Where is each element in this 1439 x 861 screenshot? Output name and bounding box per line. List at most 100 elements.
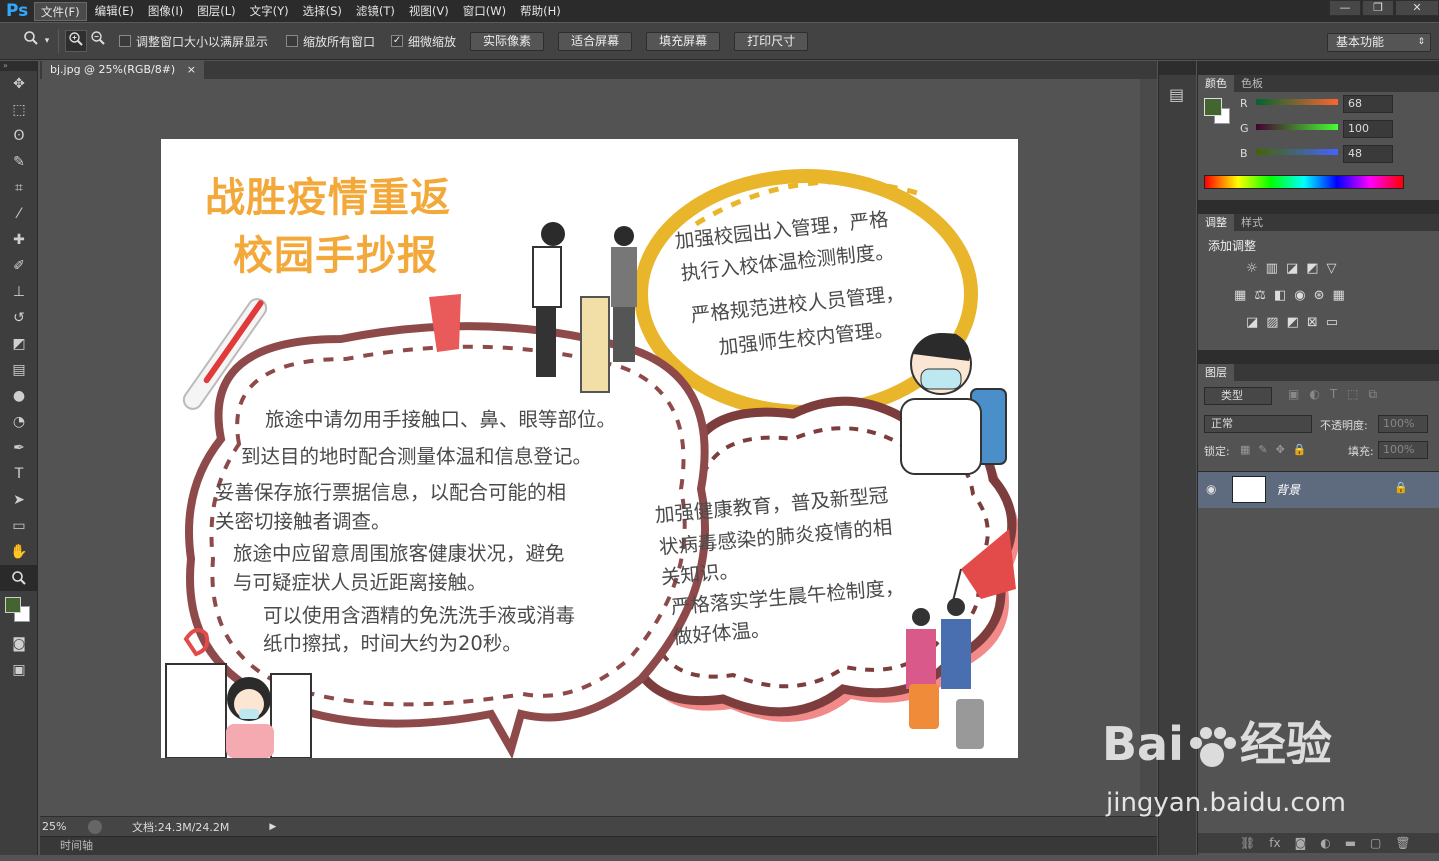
timeline-panel[interactable]: 时间轴 <box>40 836 1157 855</box>
blend-mode-select[interactable]: 正常 <box>1204 415 1312 433</box>
fg-color-chip[interactable] <box>1204 98 1222 116</box>
menu-window[interactable]: 窗口(W) <box>457 2 512 21</box>
exposure-icon[interactable]: ◩ <box>1306 261 1318 276</box>
menu-layer[interactable]: 图层(L) <box>191 2 241 21</box>
fit-screen-button[interactable]: 适合屏幕 <box>558 31 633 51</box>
blue-slider[interactable] <box>1256 149 1338 155</box>
filter-type-icon[interactable]: T <box>1330 387 1337 402</box>
tab-swatches[interactable]: 色板 <box>1234 75 1270 92</box>
dodge-tool-icon[interactable]: ◔ <box>0 409 38 435</box>
gradient-tool-icon[interactable]: ▤ <box>0 357 38 383</box>
lasso-tool-icon[interactable]: ʘ <box>0 123 38 149</box>
brightness-contrast-icon[interactable]: ☼ <box>1246 261 1258 276</box>
menu-filter[interactable]: 滤镜(T) <box>350 2 401 21</box>
menu-select[interactable]: 选择(S) <box>297 2 348 21</box>
path-select-tool-icon[interactable]: ➤ <box>0 487 38 513</box>
document-tab[interactable]: bj.jpg @ 25%(RGB/8#) × <box>42 61 204 79</box>
zoom-tool-icon[interactable] <box>0 565 38 591</box>
actual-pixels-button[interactable]: 实际像素 <box>470 31 545 51</box>
history-brush-tool-icon[interactable]: ↺ <box>0 305 38 331</box>
menu-view[interactable]: 视图(V) <box>403 2 455 21</box>
green-slider[interactable] <box>1256 124 1338 130</box>
color-lookup-icon[interactable]: ▦ <box>1333 288 1345 303</box>
gradient-map-icon[interactable]: ▭ <box>1326 315 1338 330</box>
screen-mode-icon[interactable]: ▣ <box>0 657 38 683</box>
channel-mixer-icon[interactable]: ⊛ <box>1314 288 1325 303</box>
add-mask-icon[interactable]: ◙ <box>1295 833 1307 853</box>
opacity-field[interactable]: 100% <box>1378 415 1428 433</box>
resize-windows-checkbox[interactable]: 调整窗口大小以满屏显示 <box>119 33 268 50</box>
tab-styles[interactable]: 样式 <box>1234 214 1270 231</box>
checkbox-box[interactable] <box>119 35 131 47</box>
quick-select-tool-icon[interactable]: ✎ <box>0 149 38 175</box>
levels-icon[interactable]: ▥ <box>1266 261 1278 276</box>
menu-file[interactable]: 文件(F) <box>34 1 87 21</box>
tab-layers[interactable]: 图层 <box>1198 364 1234 381</box>
zoom-tool-icon[interactable] <box>20 30 42 52</box>
invert-icon[interactable]: ◪ <box>1246 315 1258 330</box>
link-layers-icon[interactable]: ⛓ <box>1240 833 1255 853</box>
workspace-select[interactable]: 基本功能 ⇕ <box>1327 33 1431 52</box>
filter-smart-icon[interactable]: ⧉ <box>1369 387 1378 402</box>
black-white-icon[interactable]: ◧ <box>1274 288 1286 303</box>
lock-move-icon[interactable]: ✥ <box>1276 443 1285 456</box>
layer-row-background[interactable]: ◉ 背景 🔒 <box>1198 472 1439 508</box>
vertical-scrollbar[interactable] <box>1140 79 1157 816</box>
zoom-all-checkbox[interactable]: 缩放所有窗口 <box>286 33 375 50</box>
new-adjustment-icon[interactable]: ◐ <box>1320 833 1330 853</box>
zoom-out-icon[interactable] <box>87 30 109 52</box>
threshold-icon[interactable]: ◩ <box>1287 315 1299 330</box>
selective-color-icon[interactable]: ⊠ <box>1307 315 1318 330</box>
healing-brush-tool-icon[interactable]: ✚ <box>0 227 38 253</box>
menu-help[interactable]: 帮助(H) <box>514 2 567 21</box>
color-swatches[interactable] <box>0 591 38 631</box>
lock-all-icon[interactable]: 🔒 <box>1293 443 1307 456</box>
lock-transparent-icon[interactable]: ▦ <box>1240 443 1250 456</box>
hand-tool-icon[interactable]: ✋ <box>0 539 38 565</box>
new-group-icon[interactable]: ▬ <box>1345 833 1356 853</box>
menu-type[interactable]: 文字(Y) <box>244 2 295 21</box>
blur-tool-icon[interactable]: ● <box>0 383 38 409</box>
color-spectrum-bar[interactable] <box>1204 175 1404 189</box>
tool-preset-chevron-down-icon[interactable]: ▾ <box>42 30 52 52</box>
history-panel-icon[interactable]: ▤ <box>1169 85 1196 104</box>
fill-field[interactable]: 100% <box>1378 441 1428 459</box>
restore-button[interactable]: ❐ <box>1362 0 1394 16</box>
checkbox-box[interactable] <box>286 35 299 47</box>
red-value-field[interactable]: 68 <box>1343 95 1393 113</box>
print-size-button[interactable]: 打印尺寸 <box>734 31 809 51</box>
close-tab-icon[interactable]: × <box>187 63 196 76</box>
filter-pixel-icon[interactable]: ▣ <box>1288 387 1299 402</box>
clone-stamp-tool-icon[interactable]: ⊥ <box>0 279 38 305</box>
brush-tool-icon[interactable]: ✐ <box>0 253 38 279</box>
foreground-color-swatch[interactable] <box>5 597 21 613</box>
menu-image[interactable]: 图像(I) <box>142 2 189 21</box>
pen-tool-icon[interactable]: ✒ <box>0 435 38 461</box>
layer-style-fx-icon[interactable]: fx <box>1269 833 1280 853</box>
photo-filter-icon[interactable]: ◉ <box>1294 288 1305 303</box>
scrubby-zoom-checkbox[interactable]: ✓ 细微缩放 <box>391 33 456 50</box>
color-balance-icon[interactable]: ⚖ <box>1254 288 1266 303</box>
rectangle-tool-icon[interactable]: ▭ <box>0 513 38 539</box>
status-info-icon[interactable] <box>88 819 102 834</box>
visibility-eye-icon[interactable]: ◉ <box>1206 482 1216 496</box>
green-value-field[interactable]: 100 <box>1343 120 1393 138</box>
posterize-icon[interactable]: ▨ <box>1266 315 1278 330</box>
close-button[interactable]: ✕ <box>1395 0 1439 16</box>
minimize-button[interactable]: — <box>1329 0 1361 16</box>
move-tool-icon[interactable]: ✥ <box>0 71 38 97</box>
checkbox-checked[interactable]: ✓ <box>391 35 404 47</box>
vibrance-icon[interactable]: ▽ <box>1327 261 1337 276</box>
blue-value-field[interactable]: 48 <box>1343 145 1393 163</box>
status-menu-arrow-icon[interactable]: ▶ <box>269 822 276 832</box>
eyedropper-tool-icon[interactable]: ⁄ <box>0 201 38 227</box>
zoom-level[interactable]: 25% <box>42 820 88 833</box>
collapse-arrows-icon[interactable]: » <box>0 61 37 71</box>
hue-saturation-icon[interactable]: ▦ <box>1234 288 1246 303</box>
type-tool-icon[interactable]: T <box>0 461 38 487</box>
tab-color[interactable]: 颜色 <box>1198 75 1234 92</box>
crop-tool-icon[interactable]: ⌗ <box>0 175 38 201</box>
marquee-tool-icon[interactable]: ⬚ <box>0 97 38 123</box>
filter-shape-icon[interactable]: ⬚ <box>1347 387 1358 402</box>
new-layer-icon[interactable]: ▢ <box>1370 833 1381 853</box>
